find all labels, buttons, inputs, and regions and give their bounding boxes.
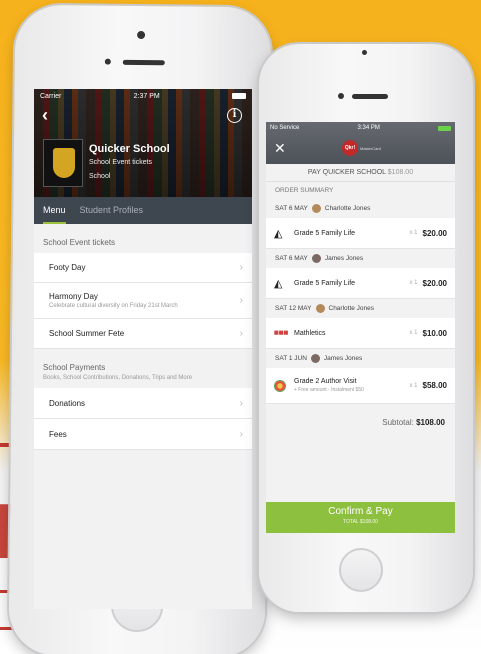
- payment-title: Donations: [49, 398, 86, 408]
- order-date: SAT 6 MAY: [275, 205, 308, 212]
- school-subtitle: School Event tickets: [89, 159, 153, 166]
- event-section-title: School Event tickets: [43, 238, 116, 247]
- item-name: Grade 5 Family Life: [294, 229, 356, 237]
- order-date-row: SAT 6 MAY James Jones: [266, 249, 455, 268]
- payment-row-donations[interactable]: Donations ›: [34, 388, 252, 419]
- avatar: [310, 354, 320, 363]
- mountain-logo-icon: ◭: [274, 277, 283, 290]
- carrier-label: No Service: [270, 125, 300, 131]
- item-qty: x 1: [409, 382, 418, 389]
- confirm-pay-button[interactable]: Confirm & Pay TOTAL $108.00: [266, 502, 455, 533]
- event-title: School Summer Fete: [49, 329, 125, 338]
- event-row-harmony-day[interactable]: Harmony Day Celebrate cultural diversity…: [34, 283, 252, 319]
- chevron-right-icon: ›: [239, 328, 243, 339]
- battery-icon: [437, 125, 451, 131]
- event-subtitle: Celebrate cultural diversity on Friday 2…: [49, 303, 178, 309]
- chevron-right-icon: ›: [239, 262, 243, 273]
- chevron-right-icon: ›: [239, 428, 243, 440]
- tab-student-profiles[interactable]: Student Profiles: [80, 197, 144, 224]
- order-item[interactable]: ▦▦▦ Mathletics x 1 $10.00: [266, 318, 455, 349]
- order-date-row: SAT 12 MAY Charlotte Jones: [266, 299, 455, 318]
- school-menu-screen: Carrier 2:37 PM ‹ i Quicker School Schoo…: [34, 89, 252, 609]
- order-date: SAT 1 JUN: [275, 355, 307, 362]
- checkout-header: No Service 3:34 PM ✕ Qkr! MasterCard: [266, 122, 455, 164]
- item-name: Grade 5 Family Life: [294, 279, 356, 287]
- author-visit-logo-icon: [274, 379, 286, 392]
- order-item[interactable]: Grade 2 Author Visit + Free amount - Ins…: [266, 368, 455, 404]
- confirm-total: TOTAL $108.00: [343, 519, 378, 525]
- tab-menu[interactable]: Menu: [43, 197, 66, 224]
- order-date: SAT 12 MAY: [275, 305, 312, 312]
- student-name: Charlotte Jones: [328, 305, 375, 312]
- pay-banner-amount: $108.00: [387, 169, 414, 176]
- order-date: SAT 6 MAY: [275, 255, 308, 262]
- order-item[interactable]: ◭ Grade 5 Family Life x 1 $20.00: [266, 218, 455, 249]
- mathletics-logo-icon: ▦▦▦: [274, 329, 289, 336]
- pay-banner: PAY QUICKER SCHOOL $108.00: [266, 164, 455, 182]
- item-qty: x 1: [409, 280, 418, 286]
- avatar: [311, 254, 321, 263]
- sensor: [104, 58, 111, 65]
- home-button[interactable]: [339, 548, 383, 592]
- back-icon[interactable]: ‹: [42, 105, 48, 126]
- school-crest: [43, 139, 83, 187]
- qkr-logo: Qkr!: [342, 140, 358, 156]
- item-price: $20.00: [422, 228, 447, 238]
- payments-section-subtitle: Books, School Contributions, Donations, …: [43, 375, 193, 381]
- subtotal-value: $108.00: [416, 418, 445, 427]
- camera: [362, 50, 367, 55]
- subtotal-label: Subtotal:: [382, 418, 414, 427]
- tab-bar: Menu Student Profiles: [34, 197, 252, 224]
- order-date-row: SAT 1 JUN James Jones: [266, 349, 455, 368]
- item-qty: x 1: [409, 330, 418, 336]
- event-row-summer-fete[interactable]: School Summer Fete ›: [34, 319, 252, 349]
- event-row-footy-day[interactable]: Footy Day ›: [34, 253, 252, 283]
- carrier-label: Carrier: [40, 92, 62, 100]
- item-qty: x 1: [409, 230, 418, 236]
- payment-title: Fees: [49, 429, 67, 439]
- avatar: [311, 204, 321, 213]
- status-bar: No Service 3:34 PM: [266, 122, 455, 134]
- school-name: Quicker School: [89, 143, 170, 155]
- checkout-screen: No Service 3:34 PM ✕ Qkr! MasterCard PAY…: [266, 122, 455, 532]
- student-name: James Jones: [323, 355, 363, 362]
- event-title: Footy Day: [49, 263, 86, 272]
- sensor: [338, 93, 344, 99]
- camera: [137, 30, 146, 40]
- speaker: [122, 59, 165, 66]
- item-extra: + Free amount - Instalment $50: [294, 387, 364, 393]
- info-icon[interactable]: i: [227, 108, 242, 123]
- close-icon[interactable]: ✕: [274, 140, 286, 157]
- status-bar: Carrier 2:37 PM: [34, 89, 252, 103]
- order-date-row: SAT 6 MAY Charlotte Jones: [266, 199, 455, 218]
- payments-section-title: School Payments: [43, 363, 106, 372]
- chevron-right-icon: ›: [239, 295, 243, 306]
- item-price: $58.00: [422, 381, 447, 390]
- avatar: [315, 304, 325, 313]
- school-header: Carrier 2:37 PM ‹ i Quicker School Schoo…: [34, 89, 252, 197]
- speaker: [352, 94, 388, 99]
- item-price: $20.00: [422, 278, 447, 288]
- confirm-pay-label: Confirm & Pay: [328, 506, 393, 517]
- event-title: Harmony Day: [49, 292, 98, 301]
- order-summary-label: ORDER SUMMARY: [275, 187, 334, 194]
- school-subtitle-2: School: [89, 173, 111, 180]
- student-name: Charlotte Jones: [324, 205, 371, 212]
- pay-banner-label: PAY QUICKER SCHOOL: [307, 169, 386, 176]
- logo-subtext: MasterCard: [360, 146, 381, 151]
- subtotal: Subtotal: $108.00: [266, 404, 455, 441]
- battery-icon: [232, 93, 246, 99]
- mountain-logo-icon: ◭: [274, 227, 283, 240]
- item-name: Mathletics: [294, 329, 326, 337]
- item-name: Grade 2 Author Visit: [294, 378, 357, 385]
- student-name: James Jones: [324, 255, 364, 262]
- payment-row-fees[interactable]: Fees ›: [34, 419, 252, 450]
- time-label: 3:34 PM: [357, 125, 380, 131]
- chevron-right-icon: ›: [239, 397, 243, 409]
- item-price: $10.00: [422, 328, 447, 338]
- time-label: 2:37 PM: [133, 92, 160, 100]
- order-item[interactable]: ◭ Grade 5 Family Life x 1 $20.00: [266, 268, 455, 299]
